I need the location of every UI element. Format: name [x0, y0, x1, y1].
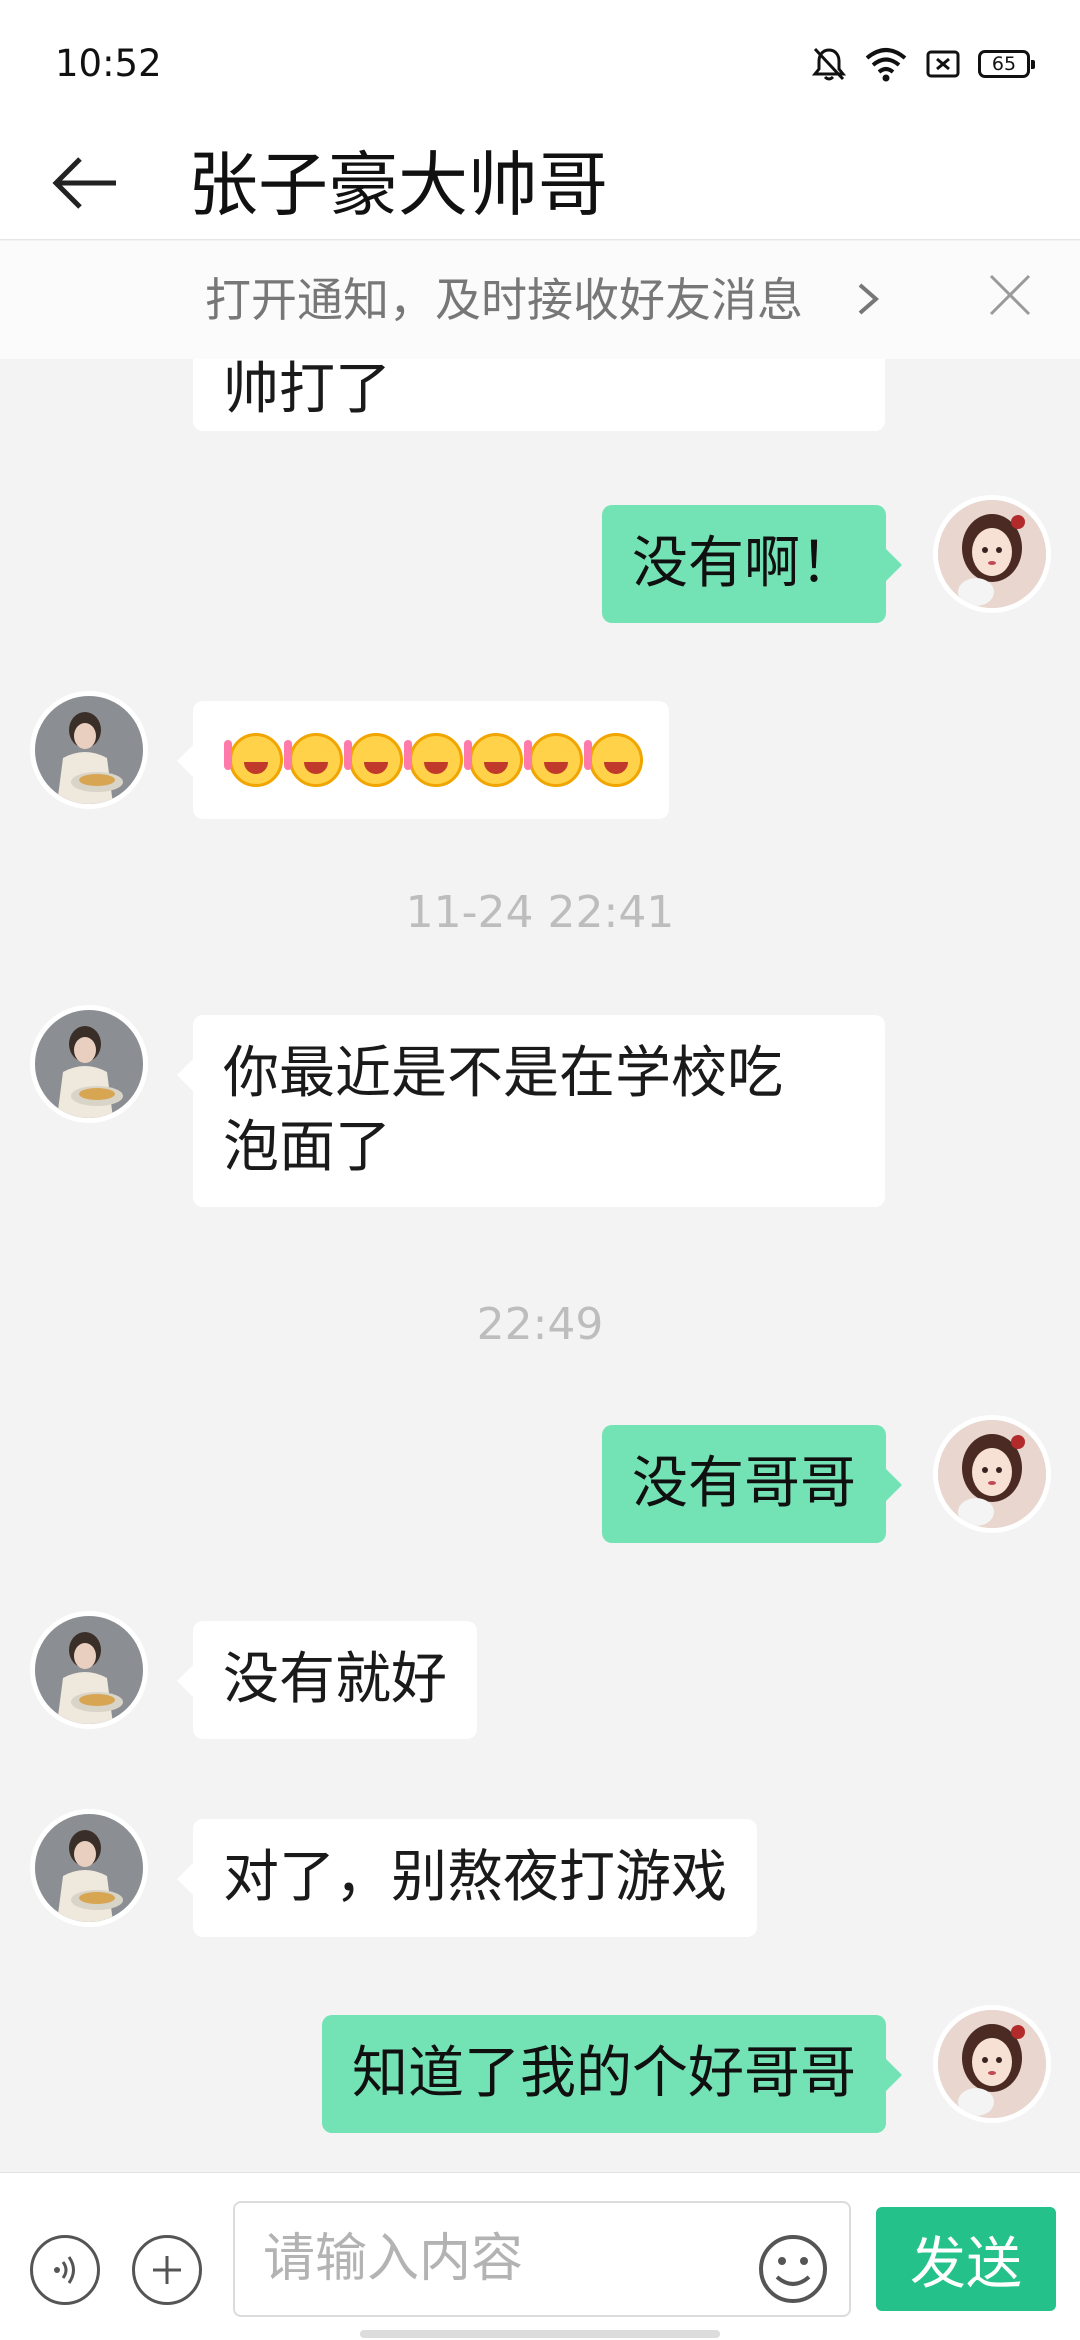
- boy-avatar-icon: [35, 1616, 143, 1724]
- laughing-face-icon: [344, 733, 403, 787]
- notification-text[interactable]: 打开通知，及时接收好友消息: [205, 241, 803, 359]
- laughing-face-icon: [524, 733, 583, 787]
- message-text: 没有哥哥: [632, 1451, 856, 1516]
- message-list[interactable]: 帅打了 没有啊！ 11-24 22:41 你最近是不是在学校吃 泡面了 22:4…: [0, 359, 1080, 2170]
- message-bubble[interactable]: 你最近是不是在学校吃 泡面了: [177, 1015, 885, 1207]
- status-icons: 65: [812, 44, 1035, 84]
- message-text: 帅打了: [223, 359, 391, 422]
- message-text: 对了，别熬夜打游戏: [223, 1845, 727, 1910]
- chat-title: 张子豪大帅哥: [188, 144, 608, 226]
- message-bubble[interactable]: 帅打了: [193, 359, 885, 431]
- close-icon[interactable]: [985, 270, 1035, 320]
- laughing-face-icon: [404, 733, 463, 787]
- voice-button[interactable]: [30, 2235, 100, 2305]
- friend-avatar[interactable]: [30, 1005, 148, 1123]
- boy-avatar-icon: [35, 1814, 143, 1922]
- message-bubble[interactable]: 没有就好: [177, 1621, 477, 1739]
- timestamp: 11-24 22:41: [405, 887, 675, 938]
- battery-icon: 65: [978, 50, 1035, 78]
- plus-icon: [153, 2256, 181, 2284]
- voice-icon: [54, 2256, 75, 2284]
- laughing-face-icon: [284, 733, 343, 787]
- home-indicator[interactable]: [360, 2330, 720, 2338]
- wifi-icon: [865, 48, 907, 82]
- message-bubble[interactable]: 没有啊！: [602, 505, 902, 623]
- message-bubble[interactable]: 没有哥哥: [602, 1425, 902, 1543]
- girl-avatar-icon: [938, 1420, 1046, 1528]
- girl-avatar-icon: [938, 500, 1046, 608]
- mute-bell-icon: [812, 47, 846, 81]
- laughing-face-icon: [584, 733, 643, 787]
- boy-avatar-icon: [35, 696, 143, 804]
- emoji-icon[interactable]: [757, 2233, 829, 2305]
- chevron-right-icon: [858, 283, 880, 315]
- back-arrow-icon: [52, 157, 116, 209]
- friend-avatar[interactable]: [30, 1809, 148, 1927]
- message-text: 没有就好: [223, 1647, 447, 1712]
- input-bar: 发送: [0, 2172, 1080, 2340]
- boy-avatar-icon: [35, 1010, 143, 1118]
- notification-banner[interactable]: 打开通知，及时接收好友消息: [0, 241, 1080, 359]
- my-avatar[interactable]: [933, 1415, 1051, 1533]
- friend-avatar[interactable]: [30, 691, 148, 809]
- back-button[interactable]: [40, 138, 130, 228]
- message-text: 知道了我的个好哥哥: [352, 2041, 856, 2106]
- message-bubble[interactable]: 知道了我的个好哥哥: [322, 2015, 902, 2133]
- my-avatar[interactable]: [933, 2005, 1051, 2123]
- girl-avatar-icon: [938, 2010, 1046, 2118]
- message-text-line: 泡面了: [223, 1115, 391, 1180]
- laughing-face-icon: [224, 733, 283, 787]
- timestamp: 22:49: [476, 1299, 604, 1350]
- chat-header: 张子豪大帅哥: [0, 130, 1080, 240]
- message-text: 没有啊！: [632, 531, 856, 596]
- message-text-line: 你最近是不是在学校吃: [223, 1041, 783, 1106]
- status-time: 10:52: [55, 42, 162, 85]
- send-button[interactable]: 发送: [876, 2207, 1056, 2311]
- emoji-row: [224, 723, 643, 797]
- message-bubble[interactable]: [177, 701, 669, 819]
- my-avatar[interactable]: [933, 495, 1051, 613]
- status-bar: 10:52 65: [0, 0, 1080, 130]
- add-more-button[interactable]: [132, 2235, 202, 2305]
- message-bubble[interactable]: 对了，别熬夜打游戏: [177, 1819, 757, 1937]
- friend-avatar[interactable]: [30, 1611, 148, 1729]
- laughing-face-icon: [464, 733, 523, 787]
- sim-card-icon: [926, 50, 960, 78]
